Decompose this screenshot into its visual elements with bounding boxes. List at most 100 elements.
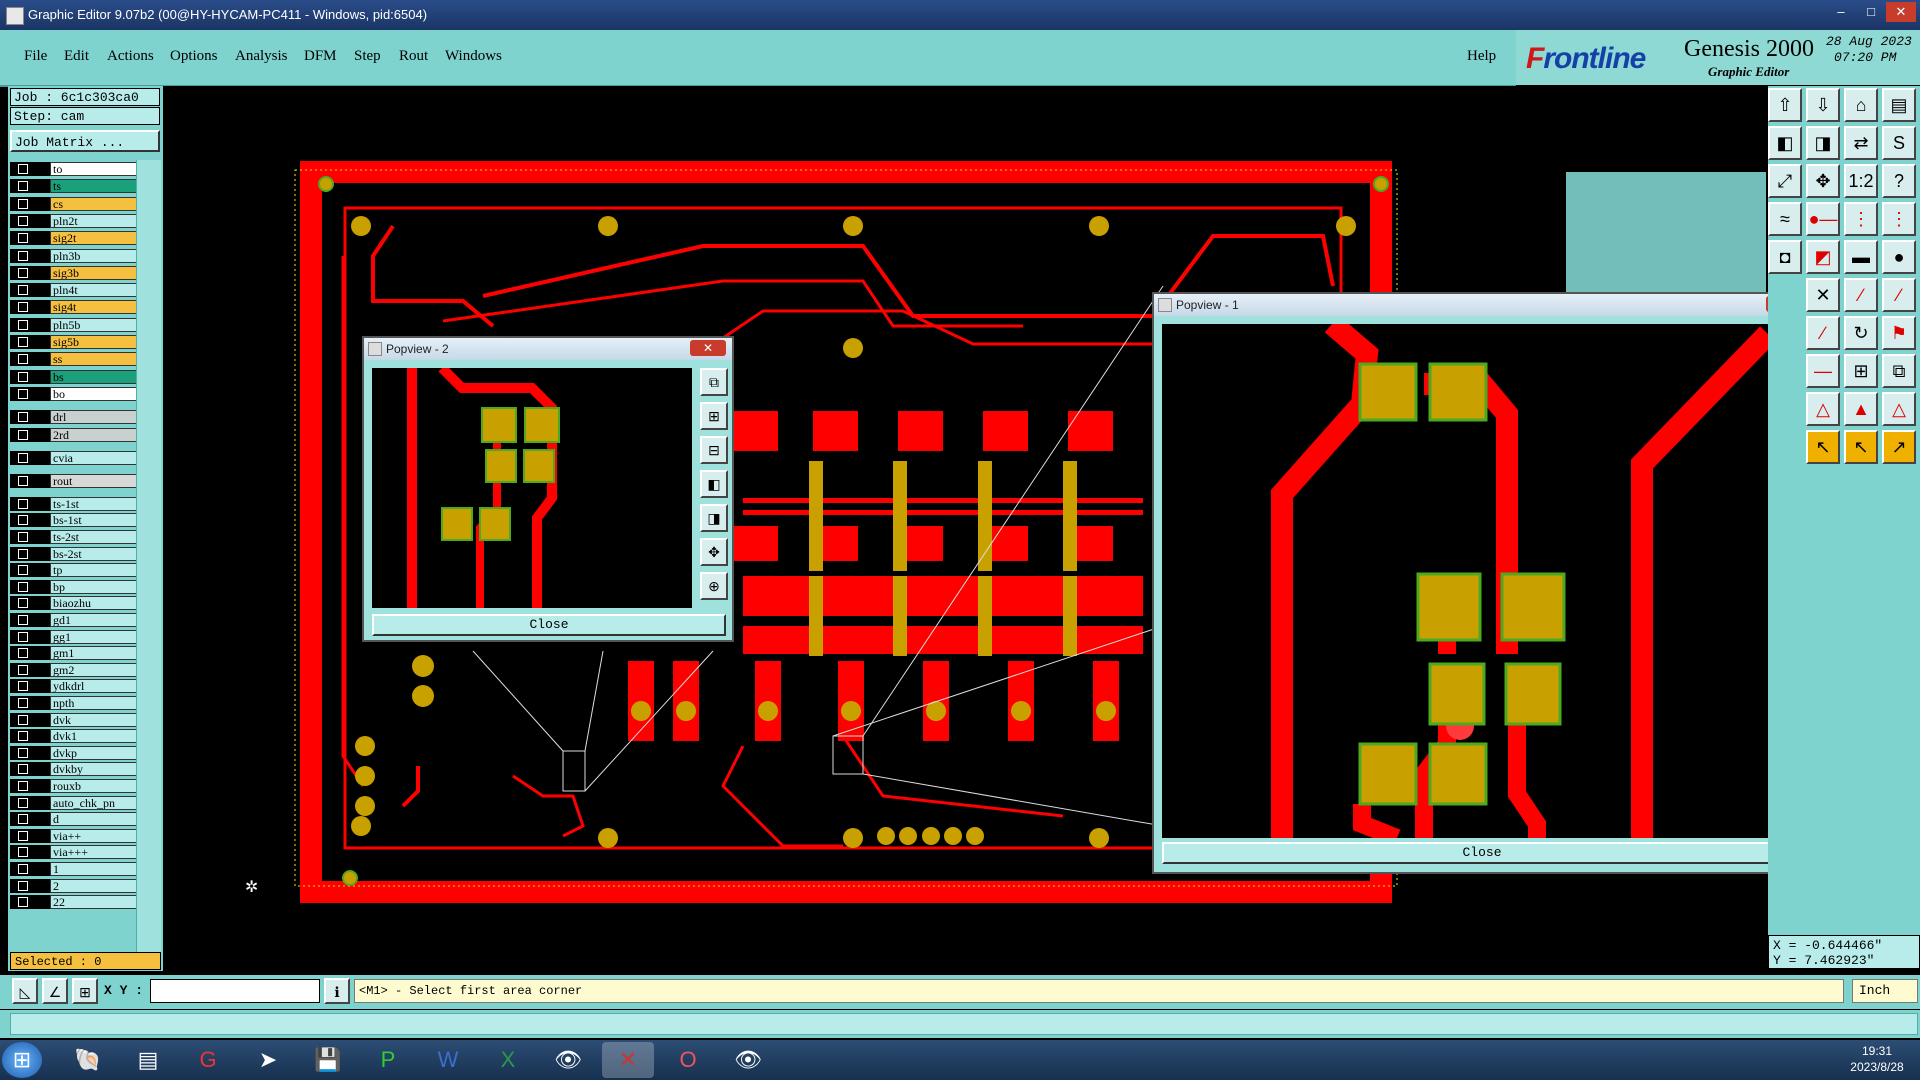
snap-icon[interactable]: ⋮	[1844, 202, 1878, 236]
layer-row[interactable]: dvkp	[10, 745, 142, 760]
close-window-button[interactable]: ✕	[1886, 2, 1916, 22]
layer-checkbox[interactable]	[18, 863, 28, 874]
layer-checkbox[interactable]	[18, 664, 28, 675]
popview-zoom-fit-icon[interactable]: ⧉	[700, 368, 728, 396]
triangle-fill-icon[interactable]: ▲	[1844, 392, 1878, 426]
popview-1-canvas[interactable]	[1162, 324, 1768, 838]
layer-row[interactable]: dvk	[10, 712, 142, 727]
layer-checkbox[interactable]	[18, 531, 28, 542]
layer-checkbox[interactable]	[18, 429, 28, 440]
grid-mode-icon[interactable]: ⊞	[72, 978, 98, 1004]
popview-2-canvas[interactable]	[372, 368, 692, 608]
layer-checkbox[interactable]	[18, 847, 28, 858]
layer-row[interactable]: bo	[10, 386, 142, 401]
layer-row[interactable]: bs-1st	[10, 513, 142, 528]
layer-checkbox[interactable]	[18, 548, 28, 559]
layer-row[interactable]: 2rd	[10, 427, 142, 442]
layer-checkbox[interactable]	[18, 581, 28, 592]
layer-checkbox[interactable]	[18, 648, 28, 659]
layer-checkbox[interactable]	[18, 198, 28, 209]
layer-checkbox[interactable]	[18, 797, 28, 808]
window-icon[interactable]: ▤	[1882, 88, 1916, 122]
layer-checkbox[interactable]	[18, 412, 28, 423]
taskbar-app-icon[interactable]: G	[182, 1042, 234, 1078]
layer-checkbox[interactable]	[18, 498, 28, 509]
menu-options[interactable]: Options	[170, 48, 218, 65]
maximize-button[interactable]: □	[1856, 2, 1886, 22]
taskbar-frontline-icon[interactable]: 👁	[542, 1042, 594, 1078]
taskbar-word-icon[interactable]: W	[422, 1042, 474, 1078]
layer-row[interactable]: ts-2st	[10, 529, 142, 544]
menu-step[interactable]: Step	[354, 48, 381, 65]
popview-2-close-button[interactable]: Close	[372, 614, 726, 636]
layer-row[interactable]: cs	[10, 196, 142, 211]
draw-line-icon[interactable]: ∕	[1806, 316, 1840, 350]
pan-left-icon[interactable]: ◧	[1768, 126, 1802, 160]
pad-icon[interactable]: ◘	[1768, 240, 1802, 274]
step-icon[interactable]: S	[1882, 126, 1916, 160]
layer-down-icon[interactable]: ⇩	[1806, 88, 1840, 122]
menu-file[interactable]: File	[24, 48, 47, 65]
ruler-icon[interactable]: ▬	[1844, 240, 1878, 274]
move-pointer-icon[interactable]: ↖	[1844, 430, 1878, 464]
layer-row[interactable]: 1	[10, 861, 142, 876]
select-pointer-icon[interactable]: ↖	[1806, 430, 1840, 464]
layer-row[interactable]: bs	[10, 369, 142, 384]
start-button[interactable]: ⊞	[2, 1042, 42, 1078]
layer-row[interactable]: bp	[10, 579, 142, 594]
taskbar-viewer-icon[interactable]: 👁	[722, 1042, 774, 1078]
edit-pointer-icon[interactable]: ↗	[1882, 430, 1916, 464]
layer-checkbox[interactable]	[18, 337, 28, 347]
layer-row[interactable]: npth	[10, 695, 142, 710]
menu-analysis[interactable]: Analysis	[235, 48, 288, 65]
popview-pan-right-icon[interactable]: ◨	[700, 504, 728, 532]
popview-1-close-button[interactable]: Close	[1162, 842, 1802, 864]
scale-icon[interactable]: 1:2	[1844, 164, 1878, 198]
taskbar-clock[interactable]: 19:31 2023/8/28	[1838, 1043, 1916, 1075]
curve-icon[interactable]: ∕	[1882, 278, 1916, 312]
layer-row[interactable]: sig3b	[10, 265, 142, 280]
layer-checkbox[interactable]	[18, 233, 28, 244]
snap-mode-icon[interactable]: ◺	[12, 978, 38, 1004]
taskbar-office-icon[interactable]: O	[662, 1042, 714, 1078]
menu-edit[interactable]: Edit	[64, 48, 89, 65]
net-icon[interactable]: ●—	[1806, 202, 1840, 236]
layer-checkbox[interactable]	[18, 697, 28, 708]
layer-checkbox[interactable]	[18, 780, 28, 791]
menu-rout[interactable]: Rout	[399, 48, 428, 65]
layer-checkbox[interactable]	[18, 631, 28, 642]
layer-checkbox[interactable]	[18, 215, 28, 226]
popview-pan-left-icon[interactable]: ◧	[700, 470, 728, 498]
layer-checkbox[interactable]	[18, 302, 28, 313]
layer-checkbox[interactable]	[18, 880, 28, 891]
layer-row[interactable]: pln4t	[10, 283, 142, 298]
layer-checkbox[interactable]	[18, 830, 28, 841]
shape-icon[interactable]: ◩	[1806, 240, 1840, 274]
layer-checkbox[interactable]	[18, 354, 28, 365]
query-icon[interactable]: ?	[1882, 164, 1916, 198]
line-move-icon[interactable]: —	[1806, 354, 1840, 388]
copy-icon[interactable]: ⧉	[1882, 354, 1916, 388]
layer-row[interactable]: dvkby	[10, 762, 142, 777]
menu-help[interactable]: Help	[1467, 48, 1496, 65]
layer-row[interactable]: via+++	[10, 845, 142, 860]
info-icon[interactable]: ℹ	[324, 978, 350, 1004]
zoom-center-icon[interactable]: ✥	[1806, 164, 1840, 198]
layer-row[interactable]: pln2t	[10, 213, 142, 228]
layer-row[interactable]: pln5b	[10, 317, 142, 332]
home-icon[interactable]: ⌂	[1844, 88, 1878, 122]
layer-checkbox[interactable]	[18, 814, 28, 825]
swap-icon[interactable]: ⇄	[1844, 126, 1878, 160]
menu-dfm[interactable]: DFM	[304, 48, 337, 65]
layer-up-icon[interactable]: ⇧	[1768, 88, 1802, 122]
layer-row[interactable]: to	[10, 162, 142, 176]
popview-fit-icon[interactable]: ✥	[700, 538, 728, 566]
layer-checkbox[interactable]	[18, 598, 28, 609]
layer-row[interactable]: auto_chk_pn	[10, 795, 142, 810]
route-icon[interactable]: ⋮	[1882, 202, 1916, 236]
popview-zoom-in-icon[interactable]: ⊞	[700, 402, 728, 430]
flag-icon[interactable]: ⚑	[1882, 316, 1916, 350]
layer-row[interactable]: ts	[10, 179, 142, 194]
layer-row[interactable]: gm1	[10, 646, 142, 661]
layer-checkbox[interactable]	[18, 371, 28, 382]
